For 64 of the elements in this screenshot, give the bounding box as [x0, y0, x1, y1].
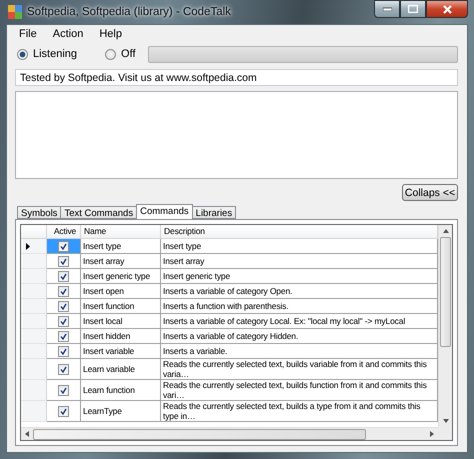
close-button[interactable] [426, 0, 468, 18]
table-cell: Insert type [161, 239, 438, 254]
checkbox[interactable] [58, 364, 69, 374]
row-header-corner [21, 225, 47, 239]
table-cell: Inserts a variable of category Local. Ex: "local my local" -> myLocal [161, 314, 438, 329]
checkbox[interactable] [58, 346, 69, 356]
table-cell: Insert local [81, 314, 161, 329]
maximize-icon [408, 5, 418, 13]
menu-item[interactable]: File [15, 28, 44, 40]
table-cell: Inserts a variable of category Open. [161, 284, 438, 299]
scroll-right-icon[interactable] [429, 430, 435, 438]
table-cell: Insert generic type [81, 269, 161, 284]
checkbox[interactable] [58, 300, 69, 312]
checkbox[interactable] [58, 286, 69, 296]
table-cell: Inserts a variable of category Hidden. [161, 329, 438, 344]
tab[interactable]: Libraries [192, 206, 236, 219]
maximize-button[interactable] [400, 0, 426, 18]
table-cell: Insert type [81, 239, 161, 254]
checkbox[interactable] [58, 384, 69, 396]
table-cell: Learn function [81, 380, 161, 401]
radio-button[interactable]: Listening [15, 48, 78, 60]
table-cell: Insert open [81, 284, 161, 299]
table-cell: Insert array [161, 254, 438, 269]
table-cell: Reads the currently selected text, builds a type from it and commits this type in… [161, 401, 438, 422]
table-cell: Reads the currently selected text, builds function from it and commits this vari… [161, 380, 438, 401]
tab[interactable]: Symbols [17, 206, 62, 219]
tab[interactable]: Commands [136, 204, 193, 219]
table-cell: Inserts a variable. [161, 344, 438, 359]
minimize-icon [382, 7, 392, 11]
checkbox[interactable] [58, 406, 69, 416]
app-icon [8, 5, 22, 19]
column-header[interactable]: Name [81, 225, 161, 239]
table-cell: LearnType [81, 401, 161, 422]
table-cell: Insert function [81, 299, 161, 314]
checkbox[interactable] [58, 256, 69, 266]
column-header[interactable]: Description [161, 225, 438, 239]
scroll-up-icon[interactable] [442, 228, 450, 234]
table-cell: Insert variable [81, 344, 161, 359]
window-title: Softpedia, Softpedia (library) - CodeTalk [27, 6, 232, 18]
menu-item[interactable]: Help [95, 28, 129, 40]
checkbox[interactable] [58, 316, 69, 326]
collapse-button[interactable]: Collaps << [402, 184, 458, 201]
minimize-button[interactable] [374, 0, 400, 18]
table-cell: Reads the currently selected text, builds variable from it and commits this varia… [161, 359, 438, 380]
table-cell: Insert hidden [81, 329, 161, 344]
table-cell: Insert array [81, 254, 161, 269]
table-cell: Insert generic type [161, 269, 438, 284]
checkbox[interactable] [58, 330, 69, 342]
scroll-left-icon[interactable] [24, 430, 30, 438]
current-row-icon [26, 242, 30, 250]
menu-item[interactable]: Action [48, 28, 90, 40]
radio-button[interactable]: Off [103, 48, 136, 60]
table-cell: Learn variable [81, 359, 161, 380]
checkbox[interactable] [58, 240, 69, 252]
checkbox[interactable] [58, 270, 69, 282]
horizontal-scrollbar[interactable] [21, 427, 438, 440]
close-icon [442, 4, 452, 14]
tab[interactable]: Text Commands [60, 206, 138, 219]
scroll-down-icon[interactable] [442, 418, 450, 424]
column-header[interactable]: Active [47, 225, 81, 239]
table-cell: Inserts a function with parenthesis. [161, 299, 438, 314]
vertical-scrollbar[interactable] [438, 225, 452, 427]
row-header[interactable] [21, 239, 47, 254]
info-field[interactable]: Tested by Softpedia. Visit us at www.softpedia.com [15, 69, 458, 86]
